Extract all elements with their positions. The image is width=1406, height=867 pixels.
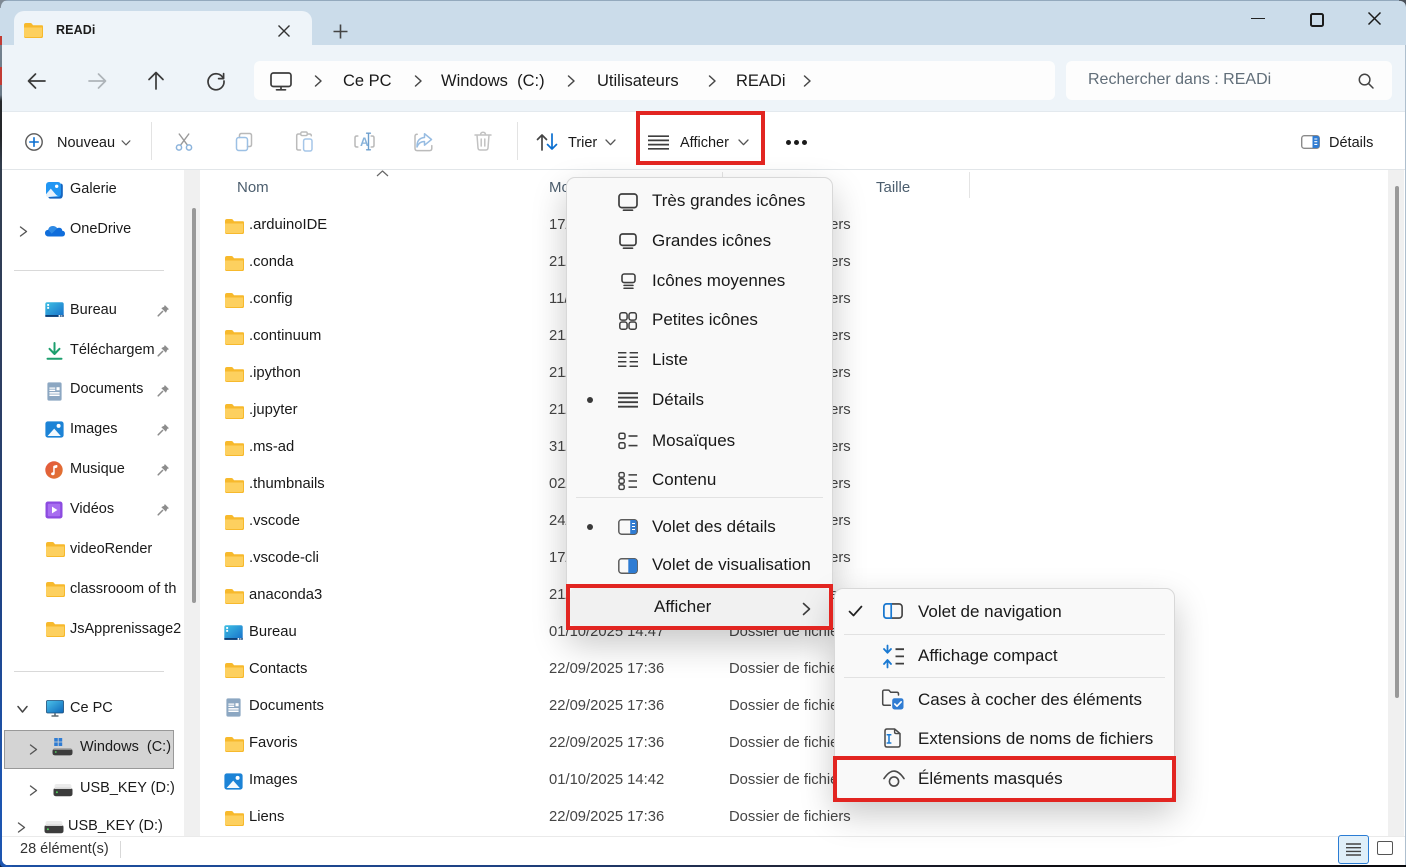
svg-text:A: A [360,135,369,149]
